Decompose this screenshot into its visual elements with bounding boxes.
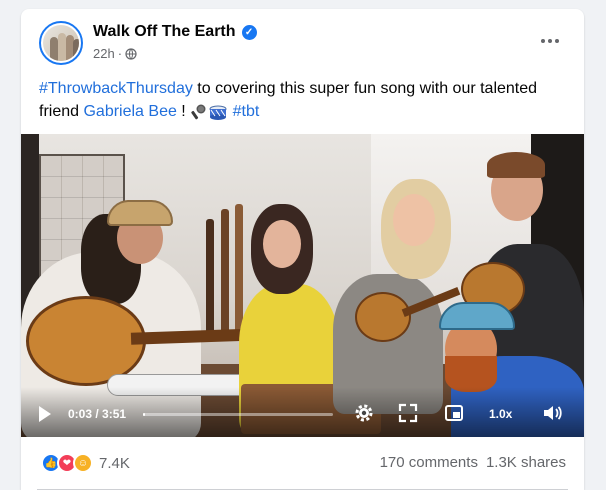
musician-left-hat	[107, 200, 173, 226]
video-controls: 0:03 / 3:51 1.0x	[21, 387, 584, 437]
musician-right-hair	[487, 152, 545, 178]
more-options-button[interactable]	[532, 29, 568, 53]
reaction-count: 7.4K	[99, 454, 130, 472]
meta-separator: ·	[117, 46, 123, 61]
avatar-image	[43, 25, 79, 61]
video-time: 0:03 / 3:51	[68, 407, 127, 421]
comments-count[interactable]: 170 comments	[380, 454, 478, 471]
fullscreen-icon[interactable]	[397, 402, 419, 424]
page-avatar[interactable]	[39, 21, 83, 65]
engagement-stats: 170 comments 1.3K shares	[380, 454, 566, 471]
reaction-summary[interactable]: 👍 ❤ ☺ 7.4K	[41, 453, 130, 473]
musician-bottom-right-cap	[439, 302, 515, 330]
post-card: Walk Off The Earth ✓ 22h · #ThrowbackThu…	[21, 9, 584, 490]
play-icon[interactable]	[39, 406, 51, 422]
post-meta: 22h ·	[93, 46, 137, 61]
musician-blonde-face	[393, 194, 435, 246]
musician-yellow-face	[263, 220, 301, 268]
globe-icon	[125, 47, 137, 60]
microphone-icon	[191, 104, 206, 120]
dot-icon	[555, 39, 559, 43]
page-name-row: Walk Off The Earth ✓	[93, 23, 257, 41]
dot-icon	[548, 39, 552, 43]
hashtag-throwbackthursday[interactable]: #ThrowbackThursday	[39, 80, 193, 97]
post-timestamp[interactable]: 22h	[93, 46, 115, 61]
drum-icon	[209, 105, 227, 120]
post-footer: 👍 ❤ ☺ 7.4K 170 comments 1.3K shares	[21, 437, 584, 490]
mention-gabriela-bee[interactable]: Gabriela Bee	[83, 103, 176, 120]
playback-speed[interactable]: 1.0x	[489, 407, 512, 421]
caption-text-2: !	[176, 103, 191, 120]
acoustic-guitar-left	[26, 296, 146, 386]
post-caption: #ThrowbackThursday to covering this supe…	[39, 77, 559, 123]
ukulele	[355, 292, 411, 342]
care-icon: ☺	[73, 453, 93, 473]
hashtag-tbt[interactable]: #tbt	[233, 103, 260, 120]
video-progress-bar[interactable]	[143, 413, 333, 416]
verified-badge-icon: ✓	[241, 24, 257, 40]
shares-count[interactable]: 1.3K shares	[486, 454, 566, 471]
post-header: Walk Off The Earth ✓ 22h ·	[21, 9, 584, 73]
volume-icon[interactable]	[541, 402, 563, 424]
rack-guitar	[206, 219, 214, 339]
rack-guitar	[221, 209, 229, 339]
settings-gear-icon[interactable]	[353, 402, 375, 424]
page-name[interactable]: Walk Off The Earth	[93, 23, 236, 41]
dot-icon	[541, 39, 545, 43]
video-player[interactable]: 0:03 / 3:51 1.0x	[21, 134, 584, 437]
picture-in-picture-icon[interactable]	[443, 402, 465, 424]
video-progress-fill	[143, 413, 146, 416]
